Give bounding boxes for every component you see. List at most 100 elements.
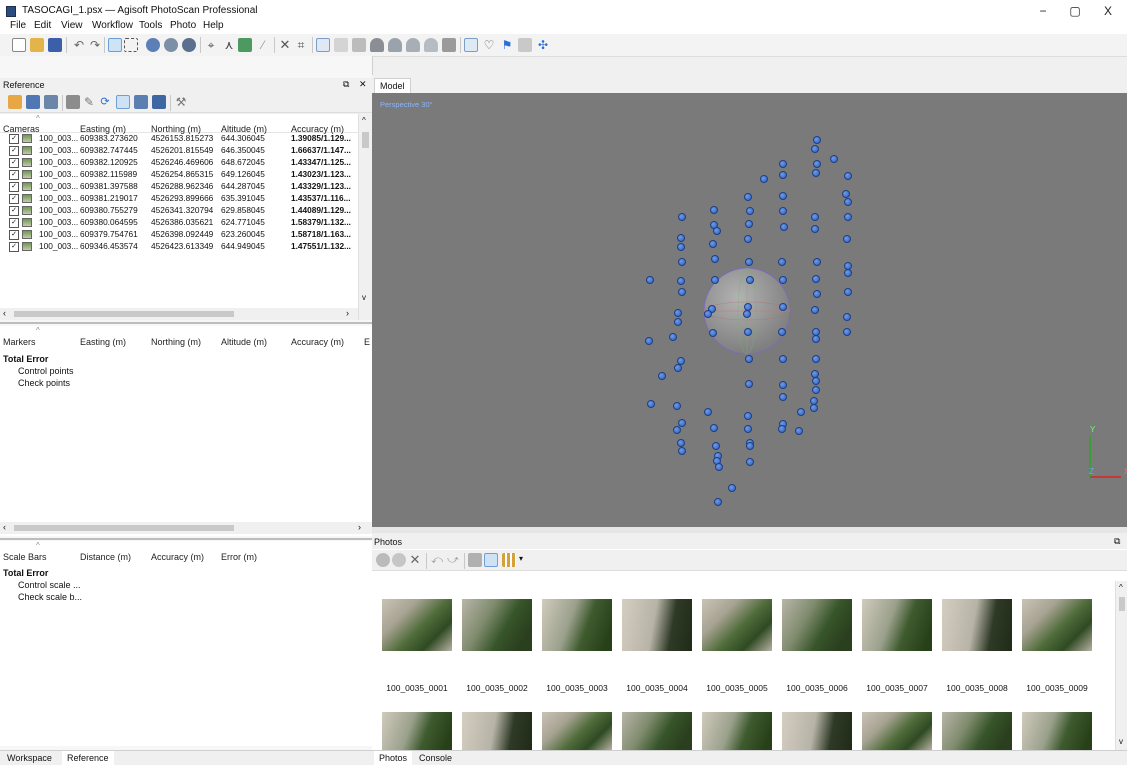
photo-thumbnail[interactable]: [862, 599, 932, 651]
show-cameras-icon[interactable]: [464, 38, 478, 52]
camera-marker[interactable]: [704, 408, 712, 416]
remove-camera-icon[interactable]: ✕: [408, 553, 422, 567]
table-row[interactable]: ✓ 100_003... 609380.064595 4526386.035621 62…: [0, 217, 368, 229]
camera-marker[interactable]: [673, 402, 681, 410]
camera-checkbox[interactable]: ✓: [9, 230, 19, 240]
show-region-icon[interactable]: [518, 38, 532, 52]
camera-marker[interactable]: [745, 220, 753, 228]
tab-model[interactable]: Model: [374, 78, 411, 93]
camera-marker[interactable]: [745, 355, 753, 363]
textured-model-icon[interactable]: [406, 38, 420, 52]
camera-marker[interactable]: [844, 269, 852, 277]
camera-marker[interactable]: [844, 288, 852, 296]
photo-thumbnail[interactable]: [782, 712, 852, 750]
camera-checkbox[interactable]: ✓: [9, 194, 19, 204]
camera-marker[interactable]: [813, 160, 821, 168]
camera-marker[interactable]: [744, 193, 752, 201]
markers-control-points[interactable]: Control points: [18, 366, 74, 376]
reset-filter-icon[interactable]: [468, 553, 482, 567]
camera-marker[interactable]: [678, 258, 686, 266]
camera-marker[interactable]: [811, 306, 819, 314]
export-icon[interactable]: [26, 95, 40, 109]
camera-marker[interactable]: [778, 328, 786, 336]
ruler-icon[interactable]: ⌖: [204, 38, 218, 52]
camera-marker[interactable]: [797, 408, 805, 416]
rotate-object-icon[interactable]: [146, 38, 160, 52]
show-trackball-icon[interactable]: ✣: [536, 38, 550, 52]
header-scalebars-accuracy[interactable]: Accuracy (m): [151, 552, 204, 562]
camera-marker[interactable]: [669, 333, 677, 341]
menu-edit[interactable]: Edit: [34, 20, 51, 31]
update-icon[interactable]: ⟳: [98, 95, 112, 109]
camera-marker[interactable]: [746, 207, 754, 215]
camera-checkbox[interactable]: ✓: [9, 206, 19, 216]
header-markers-altitude[interactable]: Altitude (m): [221, 337, 267, 347]
photo-thumbnail[interactable]: [542, 599, 612, 651]
scroll-up-icon[interactable]: ^: [362, 116, 366, 125]
draw-line-icon[interactable]: ⁄: [256, 38, 270, 52]
camera-marker[interactable]: [812, 377, 820, 385]
header-markers-accuracy[interactable]: Accuracy (m): [291, 337, 344, 347]
wireframe-model-icon[interactable]: [388, 38, 402, 52]
camera-marker[interactable]: [746, 276, 754, 284]
camera-marker[interactable]: [709, 329, 717, 337]
table-row[interactable]: ✓ 100_003... 609382.747445 4526201.815549 64…: [0, 145, 368, 157]
camera-marker[interactable]: [779, 160, 787, 168]
table-row[interactable]: ✓ 100_003... 609381.397588 4526288.962346 64…: [0, 181, 368, 193]
camera-marker[interactable]: [704, 310, 712, 318]
table-row[interactable]: ✓ 100_003... 609380.755279 4526341.320794 62…: [0, 205, 368, 217]
menu-workflow[interactable]: Workflow: [92, 20, 133, 31]
camera-marker[interactable]: [678, 288, 686, 296]
photo-thumbnail[interactable]: [542, 712, 612, 750]
markers-horizontal-scrollbar[interactable]: ‹ ›: [0, 522, 372, 534]
camera-marker[interactable]: [712, 442, 720, 450]
camera-marker[interactable]: [646, 276, 654, 284]
splitter[interactable]: [0, 322, 372, 324]
close-button[interactable]: X: [1097, 4, 1119, 18]
table-row[interactable]: ✓ 100_003... 609382.120925 4526246.469606 64…: [0, 157, 368, 169]
menu-photo[interactable]: Photo: [170, 20, 196, 31]
camera-marker[interactable]: [779, 171, 787, 179]
disable-camera-icon[interactable]: [392, 553, 406, 567]
scroll-left-icon[interactable]: ‹: [3, 308, 6, 318]
hscroll-thumb[interactable]: [14, 525, 234, 531]
camera-marker[interactable]: [745, 380, 753, 388]
camera-marker[interactable]: [678, 213, 686, 221]
table-row[interactable]: ✓ 100_003... 609346.453574 4526423.613349 64…: [0, 241, 368, 253]
camera-marker[interactable]: [779, 393, 787, 401]
camera-marker[interactable]: [728, 484, 736, 492]
camera-marker[interactable]: [711, 276, 719, 284]
dem-icon[interactable]: [442, 38, 456, 52]
camera-marker[interactable]: [746, 458, 754, 466]
tab-photos[interactable]: Photos: [374, 751, 413, 765]
tab-reference[interactable]: Reference: [62, 751, 114, 765]
camera-marker[interactable]: [658, 372, 666, 380]
photo-thumbnail[interactable]: [1022, 712, 1092, 750]
float-photos-icon[interactable]: ⧉: [1114, 536, 1120, 547]
camera-marker[interactable]: [647, 400, 655, 408]
photo-thumbnail[interactable]: [462, 712, 532, 750]
rotate-right-icon[interactable]: ⤻: [446, 553, 460, 567]
photo-thumbnail[interactable]: [382, 599, 452, 651]
photo-thumbnail[interactable]: [462, 599, 532, 651]
solid-model-icon[interactable]: [370, 38, 384, 52]
enable-camera-icon[interactable]: [376, 553, 390, 567]
header-scalebars[interactable]: Scale Bars: [3, 552, 47, 562]
camera-marker[interactable]: [812, 275, 820, 283]
photos-vertical-scrollbar[interactable]: ^ v: [1115, 581, 1127, 750]
camera-marker[interactable]: [778, 258, 786, 266]
open-icon[interactable]: [30, 38, 44, 52]
camera-marker[interactable]: [709, 240, 717, 248]
camera-checkbox[interactable]: ✓: [9, 242, 19, 252]
menu-help[interactable]: Help: [203, 20, 224, 31]
scroll-left-icon[interactable]: ‹: [3, 522, 6, 532]
save-icon[interactable]: [48, 38, 62, 52]
redo-icon[interactable]: ↷: [88, 38, 102, 52]
scroll-thumb[interactable]: [362, 132, 369, 148]
camera-marker[interactable]: [743, 310, 751, 318]
scroll-down-icon[interactable]: v: [362, 293, 366, 302]
camera-marker[interactable]: [779, 192, 787, 200]
header-markers[interactable]: Markers: [3, 337, 36, 347]
cameras-vertical-scrollbar[interactable]: ^ v: [358, 114, 372, 320]
markers-check-points[interactable]: Check points: [18, 378, 70, 388]
